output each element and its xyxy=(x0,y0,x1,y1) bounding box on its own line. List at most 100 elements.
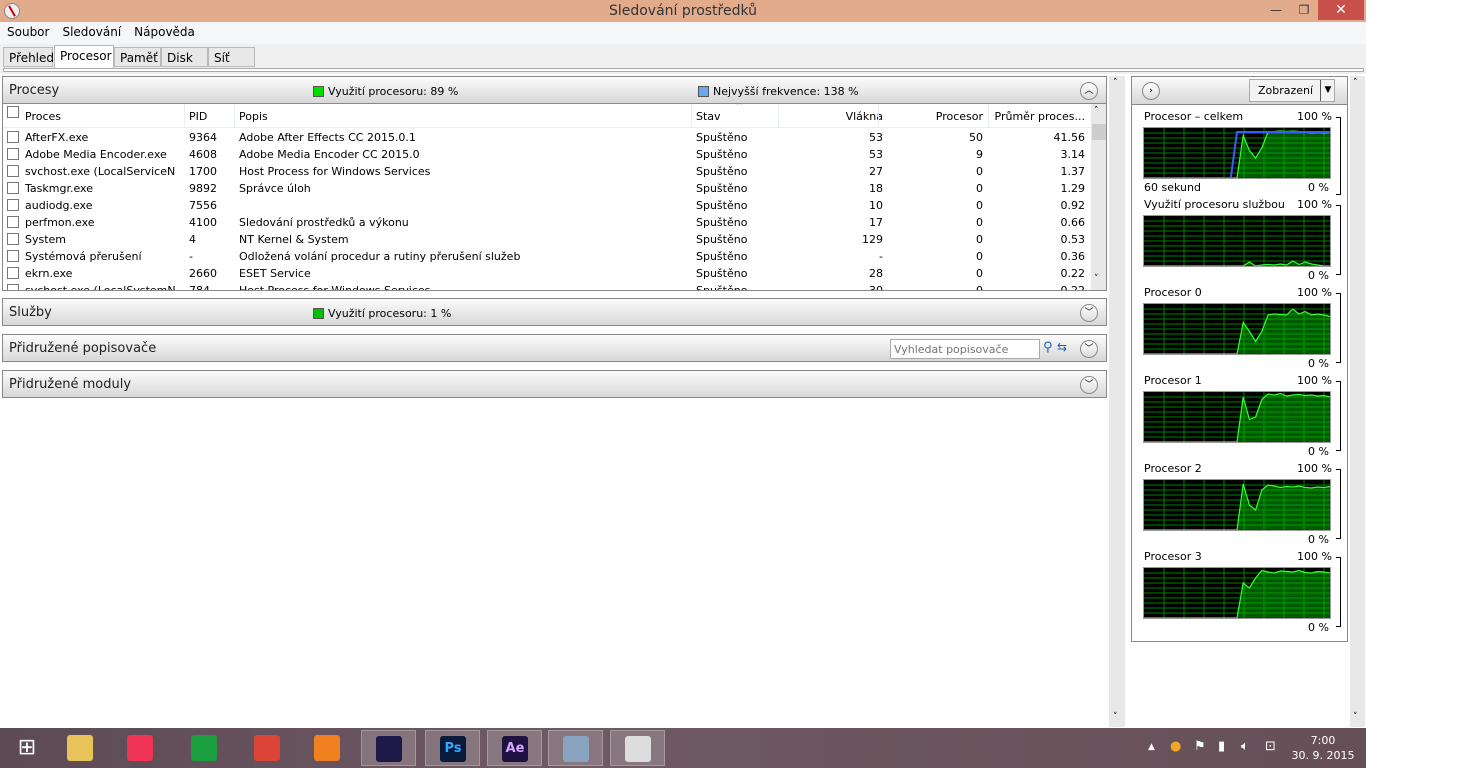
panel-scrollbar[interactable]: ˄ ˅ xyxy=(1350,76,1365,727)
cpu-usage-area xyxy=(1144,484,1330,530)
table-row[interactable]: svchost.exe (LocalServiceNo... 1700 Host P… xyxy=(3,163,1091,180)
column-divider[interactable] xyxy=(184,104,185,128)
row-checkbox[interactable] xyxy=(7,284,19,290)
start-icon: ⊞ xyxy=(17,735,37,760)
clock[interactable]: 7:00 30. 9. 2015 xyxy=(1290,733,1356,763)
column-header[interactable]: Vlákna xyxy=(783,110,883,123)
table-row[interactable]: Systémová přerušení - Odložená volání proc… xyxy=(3,248,1091,265)
table-scrollbar[interactable]: ˄ ˅ xyxy=(1091,104,1106,290)
table-row[interactable]: Taskmgr.exe 9892 Správce úloh Spuštěno 18 0 1.… xyxy=(3,180,1091,197)
processes-section-header[interactable]: Procesy Využití procesoru: 89 % Nejvyšší… xyxy=(2,76,1107,104)
graphs-panel-header: › Zobrazení ▼ xyxy=(1132,77,1347,105)
taskbar-media-encoder-button[interactable] xyxy=(361,730,416,766)
max-frequency-legend: Nejvyšší frekvence: 138 % xyxy=(698,85,859,98)
column-header[interactable]: Procesor xyxy=(883,110,983,123)
scroll-up-icon[interactable]: ˄ xyxy=(1353,78,1358,88)
main-scrollbar[interactable]: ˄ ˅ xyxy=(1109,76,1125,727)
taskbar-after-effects-button[interactable]: Ae xyxy=(487,730,542,766)
column-header[interactable]: Proces xyxy=(25,110,175,123)
scroll-thumb[interactable] xyxy=(1092,124,1106,140)
row-checkbox[interactable] xyxy=(7,131,19,143)
column-header[interactable]: Stav xyxy=(696,110,786,123)
graph-min-label: 0 % xyxy=(1308,357,1329,370)
row-checkbox[interactable] xyxy=(7,233,19,245)
handles-section-header[interactable]: Přidružené popisovače ⚲ ⇆ ﹀ xyxy=(2,334,1107,362)
taskbar-media-player-button[interactable] xyxy=(300,730,355,766)
select-all-checkbox[interactable] xyxy=(7,106,19,118)
taskbar-photoshop-button[interactable]: Ps xyxy=(425,730,480,766)
menu-napoveda[interactable]: Nápověda xyxy=(127,22,201,39)
column-divider[interactable] xyxy=(988,104,989,128)
table-cell: 0.53 xyxy=(1060,233,1086,246)
scroll-down-icon[interactable]: ˅ xyxy=(1094,274,1099,284)
search-handles-input[interactable] xyxy=(890,339,1040,359)
collapse-chevron-up-icon[interactable]: ︿ xyxy=(1080,82,1098,100)
taskbar-picasa-button[interactable] xyxy=(113,730,168,766)
tab-procesor[interactable]: Procesor xyxy=(54,45,114,68)
column-divider[interactable] xyxy=(878,104,879,128)
taskbar-explorer-button[interactable] xyxy=(53,730,108,766)
minimize-button[interactable]: — xyxy=(1262,0,1290,20)
table-row[interactable]: perfmon.exe 4100 Sledování prostředků a vý… xyxy=(3,214,1091,231)
expand-chevron-down-icon[interactable]: ﹀ xyxy=(1080,304,1098,322)
column-divider[interactable] xyxy=(691,104,692,128)
action-center-flag-icon[interactable]: ⚑ xyxy=(1194,739,1206,754)
menu-soubor[interactable]: Soubor xyxy=(0,22,55,39)
volume-icon[interactable]: 🔈︎ xyxy=(1241,739,1249,754)
column-header[interactable]: Průměr proces... xyxy=(993,110,1085,123)
scroll-down-icon[interactable]: ˅ xyxy=(1353,712,1358,722)
column-divider[interactable] xyxy=(234,104,235,128)
table-cell: 9892 xyxy=(189,182,217,195)
row-checkbox[interactable] xyxy=(7,148,19,160)
graph-scale-bracket xyxy=(1336,117,1341,195)
table-cell: 1700 xyxy=(189,165,217,178)
expand-chevron-down-icon[interactable]: ﹀ xyxy=(1080,340,1098,358)
refresh-icon[interactable]: ⇆ xyxy=(1057,340,1067,354)
tab-sit[interactable]: Síť xyxy=(208,47,255,67)
modules-section-header[interactable]: Přidružené moduly ﹀ xyxy=(2,370,1107,398)
column-divider[interactable] xyxy=(778,104,779,128)
services-section-header[interactable]: Služby Využití procesoru: 1 % ﹀ xyxy=(2,298,1107,326)
table-row[interactable]: svchost.exe (LocalSystemNet... 784 Host Pr… xyxy=(3,282,1091,290)
tab-disk[interactable]: Disk xyxy=(161,47,208,67)
tab-pamet[interactable]: Paměť xyxy=(114,47,161,67)
row-checkbox[interactable] xyxy=(7,267,19,279)
taskbar-performance-monitor-button[interactable] xyxy=(548,730,603,766)
column-header[interactable]: PID xyxy=(189,110,234,123)
view-dropdown[interactable]: Zobrazení ▼ xyxy=(1249,79,1335,102)
row-checkbox[interactable] xyxy=(7,216,19,228)
photoshop-icon: Ps xyxy=(440,736,466,762)
taskbar-store-button[interactable] xyxy=(177,730,232,766)
tab-prehled[interactable]: Přehled xyxy=(3,47,54,67)
dropdown-arrow-icon[interactable]: ▼ xyxy=(1320,80,1335,101)
show-hidden-icons-icon[interactable]: ▲ xyxy=(1148,742,1155,752)
table-row[interactable]: ekrn.exe 2660 ESET Service Spuštěno 28 0 0.22 xyxy=(3,265,1091,282)
row-checkbox[interactable] xyxy=(7,199,19,211)
scroll-down-icon[interactable]: ˅ xyxy=(1113,712,1118,722)
column-header[interactable]: Popis xyxy=(239,110,689,123)
menu-sledovani[interactable]: Sledování xyxy=(55,22,127,39)
row-checkbox[interactable] xyxy=(7,250,19,262)
collapse-panel-chevron-right-icon[interactable]: › xyxy=(1142,82,1160,100)
power-icon[interactable]: ▮ xyxy=(1218,739,1225,754)
table-row[interactable]: audiodg.exe 7556 Spuštěno 10 0 0.92 xyxy=(3,197,1091,214)
search-icon[interactable]: ⚲ xyxy=(1043,340,1053,355)
graph-scale-bracket xyxy=(1336,469,1341,539)
table-row[interactable]: System 4 NT Kernel & System Spuštěno 129 0 0.5… xyxy=(3,231,1091,248)
table-cell: 0.36 xyxy=(1060,250,1086,263)
expand-chevron-down-icon[interactable]: ﹀ xyxy=(1080,376,1098,394)
table-row[interactable]: Adobe Media Encoder.exe 4608 Adobe Media E… xyxy=(3,146,1091,163)
scroll-up-icon[interactable]: ˄ xyxy=(1094,106,1099,116)
scroll-up-icon[interactable]: ˄ xyxy=(1113,78,1118,88)
taskbar-start-button[interactable]: ⊞ xyxy=(0,730,55,766)
network-icon[interactable]: ⊡ xyxy=(1265,739,1276,754)
picasa-tray-icon[interactable]: ● xyxy=(1170,739,1181,754)
taskbar-resource-monitor-button[interactable] xyxy=(610,730,665,766)
row-checkbox[interactable] xyxy=(7,182,19,194)
taskbar-chrome-button[interactable] xyxy=(240,730,295,766)
close-button[interactable]: ✕ xyxy=(1318,0,1364,20)
table-cell: 4608 xyxy=(189,148,217,161)
maximize-button[interactable]: ❐ xyxy=(1290,0,1318,20)
row-checkbox[interactable] xyxy=(7,165,19,177)
table-row[interactable]: AfterFX.exe 9364 Adobe After Effects CC 20… xyxy=(3,129,1091,146)
